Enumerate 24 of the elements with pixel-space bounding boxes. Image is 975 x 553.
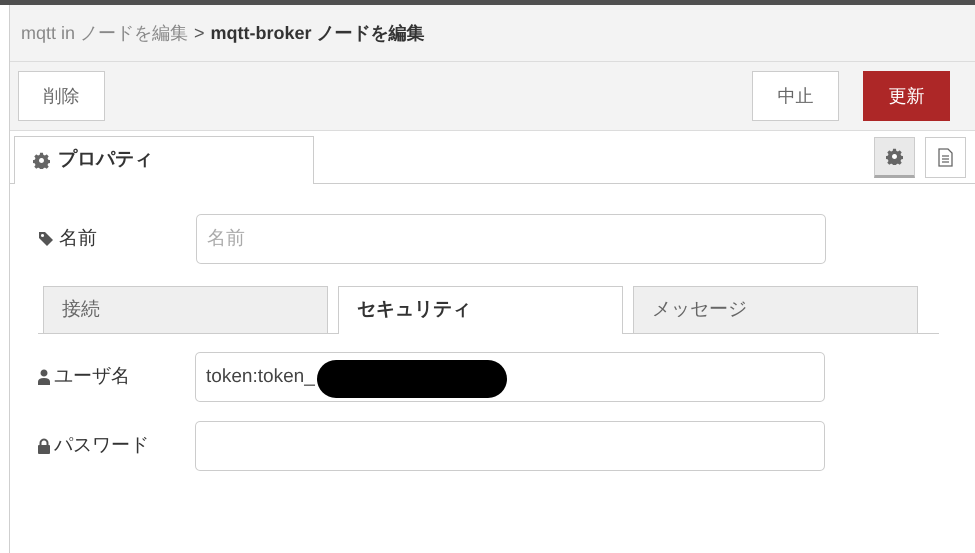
gear-icon bbox=[886, 148, 903, 165]
breadcrumb-link[interactable]: mqtt in ノードを編集 bbox=[21, 20, 188, 46]
settings-tab[interactable] bbox=[874, 137, 915, 178]
section-tab[interactable]: 接続 bbox=[43, 286, 328, 333]
username-field[interactable]: token:token_ bbox=[195, 352, 825, 402]
password-label: パスワード bbox=[54, 434, 149, 458]
name-field[interactable]: 名前 bbox=[196, 214, 826, 264]
update-button[interactable]: 更新 bbox=[863, 71, 950, 121]
lock-icon bbox=[38, 438, 50, 454]
username-label: ユーザ名 bbox=[54, 364, 130, 389]
name-label: 名前 bbox=[59, 226, 97, 251]
section-tab[interactable]: メッセージ bbox=[633, 286, 918, 333]
gear-icon bbox=[33, 152, 50, 169]
tag-icon bbox=[38, 231, 54, 247]
description-tab[interactable] bbox=[925, 137, 966, 178]
password-field[interactable] bbox=[195, 421, 825, 471]
properties-tab[interactable]: プロパティ bbox=[14, 136, 314, 184]
breadcrumb-separator: > bbox=[194, 22, 205, 44]
cancel-button[interactable]: 中止 bbox=[752, 71, 839, 121]
user-icon bbox=[38, 369, 50, 385]
section-tab[interactable]: セキュリティ bbox=[338, 286, 623, 334]
document-icon bbox=[938, 148, 953, 167]
dialog-title: mqtt-broker ノードを編集 bbox=[210, 22, 425, 45]
delete-button[interactable]: 削除 bbox=[18, 71, 105, 121]
